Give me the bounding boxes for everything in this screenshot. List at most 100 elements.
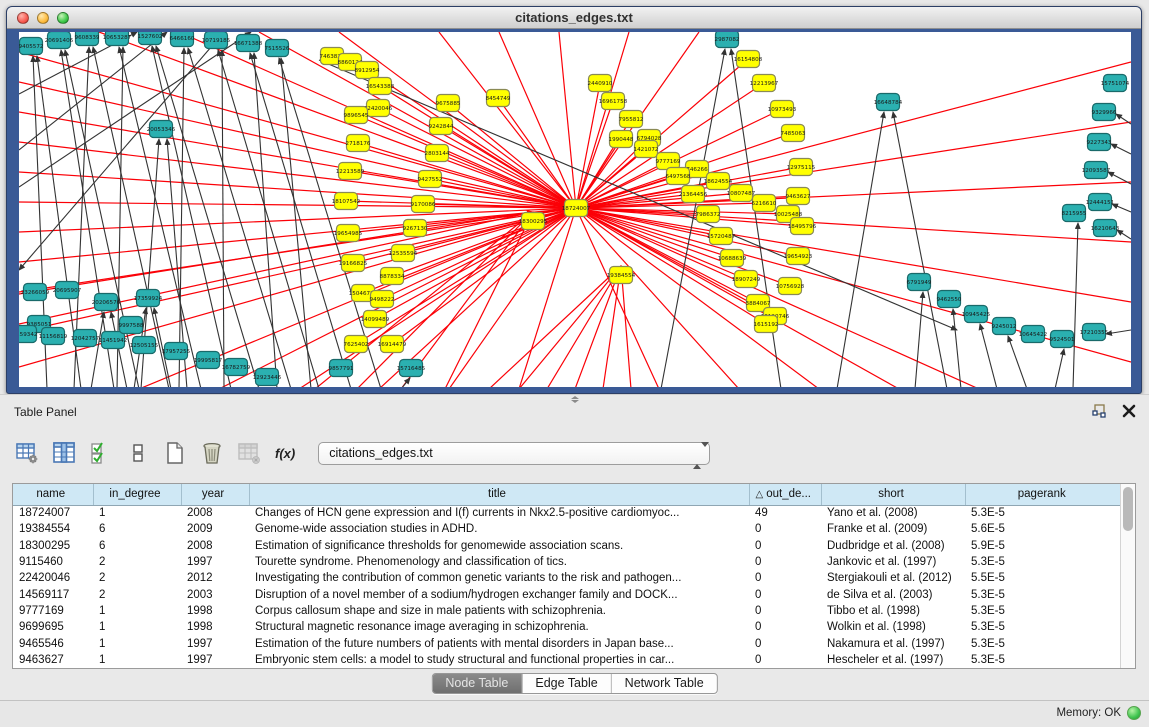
tab-node-table[interactable]: Node Table bbox=[432, 674, 522, 693]
graph-node[interactable]: 15751074 bbox=[1101, 75, 1130, 92]
graph-node[interactable]: 6466160 bbox=[170, 32, 195, 47]
graph-node[interactable]: 10688639 bbox=[718, 250, 747, 267]
graph-node[interactable]: 16648784 bbox=[874, 94, 903, 111]
graph-node[interactable]: 10807487 bbox=[727, 185, 756, 202]
float-panel-icon[interactable] bbox=[1091, 403, 1107, 419]
graph-node[interactable]: 9329966 bbox=[1092, 104, 1117, 121]
table-row[interactable]: 1830029562008Estimation of significance … bbox=[13, 538, 1120, 554]
graph-node[interactable]: 7986372 bbox=[696, 206, 721, 223]
graph-node[interactable]: 9159342 bbox=[19, 326, 37, 343]
graph-node[interactable]: 9608339 bbox=[75, 32, 100, 46]
table-scrollbar-thumb[interactable] bbox=[1123, 487, 1133, 531]
graph-node[interactable]: 12505155 bbox=[130, 337, 159, 354]
table-row[interactable]: 946362711997Embryonic stem cells: a mode… bbox=[13, 652, 1120, 668]
column-header-short[interactable]: short bbox=[821, 484, 965, 505]
graph-node[interactable]: 20053346 bbox=[147, 121, 176, 138]
graph-node[interactable]: 12093587 bbox=[1082, 162, 1111, 179]
graph-node[interactable]: 19995817 bbox=[194, 352, 223, 369]
graph-node[interactable]: 9267130 bbox=[403, 220, 428, 237]
graph-node[interactable]: 10973493 bbox=[768, 101, 797, 118]
tab-network-table[interactable]: Network Table bbox=[612, 674, 717, 693]
graph-node[interactable]: 9242844 bbox=[429, 118, 454, 135]
graph-node[interactable]: 14099489 bbox=[361, 311, 390, 328]
graph-node[interactable]: 8215955 bbox=[1062, 205, 1087, 222]
graph-node[interactable]: 12213589 bbox=[336, 163, 365, 180]
graph-node[interactable]: 9227343 bbox=[1087, 134, 1112, 151]
graph-node[interactable]: 20695907 bbox=[53, 282, 82, 299]
column-header-title[interactable]: title bbox=[249, 484, 749, 505]
graph-node[interactable]: 1615192 bbox=[754, 316, 779, 333]
column-header-year[interactable]: year bbox=[181, 484, 249, 505]
graph-node[interactable]: 9245012 bbox=[992, 318, 1017, 335]
table-row[interactable]: 969969511998Structural magnetic resonanc… bbox=[13, 619, 1120, 635]
graph-node[interactable]: 16210643 bbox=[1091, 220, 1120, 237]
graph-node[interactable]: 8454749 bbox=[486, 90, 511, 107]
table-row[interactable]: 1456911722003Disruption of a novel membe… bbox=[13, 586, 1120, 602]
graph-node[interactable]: 20691406 bbox=[45, 32, 74, 49]
new-table-icon[interactable] bbox=[162, 440, 188, 466]
graph-node[interactable]: 10719185 bbox=[202, 32, 231, 49]
graph-node[interactable]: 19166825 bbox=[339, 255, 368, 272]
graph-node[interactable]: 23266059 bbox=[21, 284, 50, 301]
table-row[interactable]: 1872400712008Changes of HCN gene express… bbox=[13, 505, 1120, 521]
graph-node[interactable]: 9997588 bbox=[119, 317, 144, 334]
graph-node[interactable]: 9498222 bbox=[370, 291, 395, 308]
graph-node[interactable]: 15720487 bbox=[707, 228, 736, 245]
graph-node[interactable]: 17957255 bbox=[162, 343, 191, 360]
graph-node[interactable]: 16671388 bbox=[234, 35, 263, 52]
graph-node[interactable]: 16782759 bbox=[222, 359, 251, 376]
graph-node[interactable]: 12042757 bbox=[71, 330, 100, 347]
graph-node[interactable]: 7955812 bbox=[619, 111, 644, 128]
graph-node[interactable]: 6216610 bbox=[752, 195, 777, 212]
graph-node[interactable]: 9675885 bbox=[436, 95, 461, 112]
graph-node[interactable]: 18495796 bbox=[788, 218, 817, 235]
row-height-icon[interactable] bbox=[125, 440, 151, 466]
delete-table-trash-icon[interactable] bbox=[199, 440, 225, 466]
column-header-out-degree[interactable]: △out_de... bbox=[749, 484, 821, 505]
graph-node[interactable]: 8912954 bbox=[355, 62, 380, 79]
graph-node[interactable]: 19654923 bbox=[784, 248, 813, 265]
graph-node[interactable]: 9524501 bbox=[1050, 331, 1075, 348]
table-row[interactable]: 1938455462009Genome-wide association stu… bbox=[13, 521, 1120, 537]
graph-node[interactable]: 2987082 bbox=[715, 32, 740, 48]
graph-node[interactable]: 18724007 bbox=[562, 200, 591, 217]
graph-node[interactable]: 16914479 bbox=[378, 336, 407, 353]
graph-node[interactable]: 12213967 bbox=[750, 75, 779, 92]
graph-node[interactable]: 18907249 bbox=[732, 271, 761, 288]
graph-node[interactable]: 9427552 bbox=[418, 171, 443, 188]
graph-node[interactable]: 15716485 bbox=[397, 360, 426, 377]
column-header-pagerank[interactable]: pagerank bbox=[965, 484, 1120, 505]
column-header-in-degree[interactable]: in_degree bbox=[93, 484, 181, 505]
column-header-name[interactable]: name bbox=[13, 484, 93, 505]
table-row[interactable]: 977716911998Corpus callosum shape and si… bbox=[13, 603, 1120, 619]
graph-node[interactable]: 18300295 bbox=[519, 213, 548, 230]
table-settings-icon[interactable] bbox=[14, 440, 40, 466]
graph-node[interactable]: 7625402 bbox=[344, 336, 369, 353]
graph-node[interactable]: 10653287 bbox=[103, 32, 132, 46]
graph-node[interactable]: 6791949 bbox=[907, 274, 932, 291]
graph-node[interactable]: 16543388 bbox=[366, 78, 395, 95]
graph-node[interactable]: 9896545 bbox=[344, 107, 369, 124]
graph-node[interactable]: 12923446 bbox=[253, 369, 282, 386]
network-canvas[interactable]: 2242004698965452718176924284428031441221… bbox=[19, 32, 1131, 387]
graph-node[interactable]: 1527602 bbox=[138, 32, 163, 45]
graph-node[interactable]: 7485063 bbox=[781, 125, 806, 142]
graph-node[interactable]: 17210355 bbox=[1080, 324, 1109, 341]
graph-node[interactable]: 9170086 bbox=[411, 196, 436, 213]
graph-node[interactable]: 12535594 bbox=[389, 245, 418, 262]
graph-node[interactable]: 12444151 bbox=[1086, 194, 1115, 211]
table-scrollbar[interactable] bbox=[1120, 484, 1135, 668]
graph-node[interactable]: 9405572 bbox=[19, 38, 43, 55]
graph-node[interactable]: 9462550 bbox=[937, 291, 962, 308]
graph-node[interactable]: 10756928 bbox=[776, 278, 805, 295]
graph-node[interactable]: 2440910 bbox=[588, 75, 613, 92]
tab-edge-table[interactable]: Edge Table bbox=[522, 674, 611, 693]
graph-node[interactable]: 6497568 bbox=[666, 168, 691, 185]
graph-node[interactable]: 17359924 bbox=[134, 290, 163, 307]
graph-node[interactable]: 8878334 bbox=[380, 268, 405, 285]
graph-node[interactable]: 19654985 bbox=[334, 225, 363, 242]
graph-node[interactable]: 11156819 bbox=[39, 328, 68, 345]
graph-node[interactable]: 12975115 bbox=[787, 159, 816, 176]
graph-node[interactable]: 16154808 bbox=[734, 51, 763, 68]
graph-node[interactable]: 9463627 bbox=[786, 188, 811, 205]
